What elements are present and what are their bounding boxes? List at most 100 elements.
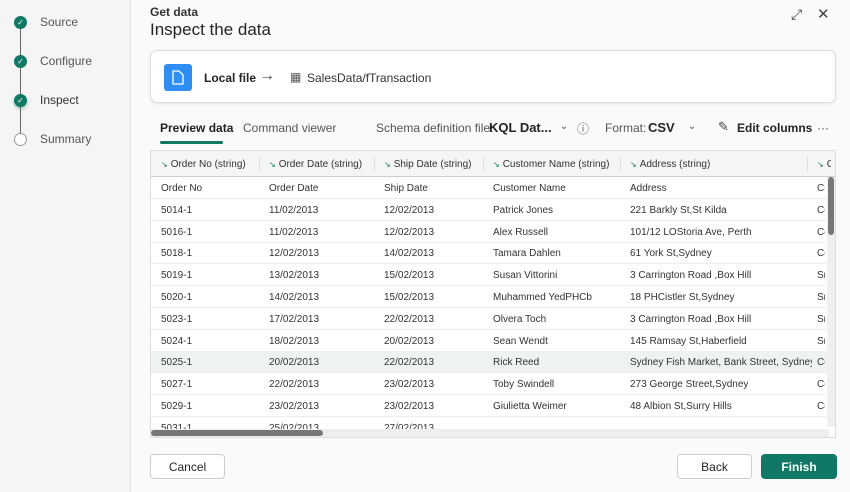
column-divider[interactable]	[807, 157, 808, 171]
table-row[interactable]: 5016-1 11/02/2013 12/02/2013 Alex Russell 10…	[151, 221, 829, 243]
table-cell: Alex Russell	[493, 226, 549, 238]
column-header-label: Customer Name (string)	[502, 159, 610, 170]
step-label: Summary	[40, 132, 92, 146]
table-row[interactable]: 5025-1 20/02/2013 22/02/2013 Rick Reed Sydne…	[151, 351, 829, 374]
column-header[interactable]: ↘ Address (string)	[630, 159, 710, 170]
table-row[interactable]: Order No Order Date Ship Date Customer Name…	[151, 177, 829, 199]
table-cell: 48 Albion St,Surry Hills	[630, 401, 732, 412]
step-summary[interactable]: Summary	[14, 132, 91, 146]
table-cell: 11/02/2013	[269, 226, 319, 238]
tab-preview-data[interactable]: Preview data	[160, 121, 233, 135]
pencil-icon[interactable]: ✎	[718, 119, 729, 135]
step-label: Configure	[40, 54, 93, 68]
column-divider[interactable]	[259, 157, 260, 171]
table-row[interactable]: 5020-1 14/02/2013 15/02/2013 Muhammed YedPH…	[151, 286, 829, 308]
table-cell: Co	[817, 379, 825, 391]
table-cell: Order No	[161, 183, 203, 194]
table-cell: Sean Wendt	[493, 335, 548, 347]
table-row[interactable]: 5019-1 13/02/2013 15/02/2013 Susan Vittorin…	[151, 264, 829, 287]
column-header[interactable]: ↘ Customer Name (string)	[493, 159, 609, 170]
column-header[interactable]: ↘ Ship Date (string)	[384, 159, 472, 170]
column-header-label: C	[827, 159, 831, 170]
type-icon: ↘	[817, 160, 824, 169]
table-cell: 22/02/2013	[384, 357, 435, 369]
table-cell: 12/02/2013	[384, 226, 435, 238]
source-label: Local file	[204, 71, 257, 85]
target-table: SalesData/fTransaction	[307, 71, 432, 85]
type-icon: ↘	[161, 160, 168, 169]
close-icon[interactable]: ✕	[817, 5, 830, 23]
edit-columns-button[interactable]: Edit columns	[737, 121, 812, 135]
table-cell: Sydney Fish Market, Bank Street, Sydney	[630, 357, 812, 369]
file-icon	[164, 64, 192, 91]
step-label: Inspect	[40, 93, 79, 107]
table-cell: 18 PHCistler St,Sydney	[630, 292, 735, 303]
table-cell: Sm	[817, 313, 825, 325]
table-cell: 101/12 LOStoria Ave, Perth	[630, 226, 752, 238]
step-inspect[interactable]: ✓ Inspect	[14, 93, 79, 107]
table-row[interactable]: 5024-1 18/02/2013 20/02/2013 Sean Wendt 145 …	[151, 330, 829, 352]
step-source[interactable]: ✓ Source	[14, 15, 78, 29]
expand-icon[interactable]: ⤢	[791, 6, 802, 23]
format-dropdown[interactable]: CSV	[648, 120, 675, 135]
table-cell: Patrick Jones	[493, 204, 554, 216]
column-divider[interactable]	[620, 157, 621, 171]
check-icon: ✓	[14, 93, 27, 107]
table-cell: 5019-1	[161, 270, 193, 282]
table-cell: 5018-1	[161, 248, 193, 260]
active-tab-indicator	[160, 141, 223, 144]
schema-dropdown[interactable]: KQL Dat...	[489, 120, 552, 135]
table-cell: 3 Carrington Road ,Box Hill	[630, 313, 752, 325]
column-header[interactable]: ↘ Order No (string)	[161, 159, 246, 170]
table-row[interactable]: 5027-1 22/02/2013 23/02/2013 Toby Swindell 2…	[151, 373, 829, 396]
table-cell: Tamara Dahlen	[493, 248, 561, 260]
column-header-label: Order No (string)	[170, 159, 246, 170]
column-header[interactable]: ↘ Order Date (string)	[269, 159, 362, 170]
type-icon: ↘	[630, 160, 637, 169]
table-cell: Sm	[817, 292, 825, 303]
table-row[interactable]: 5029-1 23/02/2013 23/02/2013 Giulietta Weim…	[151, 395, 829, 417]
table-cell: 13/02/2013	[269, 270, 320, 282]
tab-command-viewer[interactable]: Command viewer	[243, 121, 336, 135]
table-cell: 12/02/2013	[384, 204, 435, 216]
check-icon: ✓	[14, 15, 27, 29]
info-icon[interactable]: ⓘ	[577, 120, 589, 137]
table-cell: Co	[817, 248, 825, 260]
table-row[interactable]: 5014-1 11/02/2013 12/02/2013 Patrick Jones 2…	[151, 199, 829, 221]
chevron-down-icon[interactable]: ⌄	[688, 121, 696, 132]
step-configure[interactable]: ✓ Configure	[14, 54, 92, 68]
back-button[interactable]: Back	[677, 454, 752, 479]
table-cell: 5025-1	[161, 357, 193, 369]
table-cell: Sm	[817, 335, 825, 347]
table-cell: 11/02/2013	[269, 204, 319, 216]
table-cell: 5027-1	[161, 379, 193, 391]
column-divider[interactable]	[374, 157, 375, 171]
column-header-label: Order Date (string)	[278, 159, 363, 170]
column-divider[interactable]	[483, 157, 484, 171]
table-cell: 22/02/2013	[384, 313, 435, 325]
vertical-scrollbar[interactable]	[827, 177, 835, 427]
finish-button[interactable]: Finish	[761, 454, 837, 479]
table-cell: Co	[817, 401, 825, 412]
table-cell: 5014-1	[161, 204, 193, 216]
table-cell: 23/02/2013	[384, 401, 435, 412]
column-header[interactable]: ↘C	[817, 159, 831, 170]
table-cell: Co	[817, 357, 825, 369]
table-row[interactable]: 5018-1 12/02/2013 14/02/2013 Tamara Dahlen 6…	[151, 242, 829, 265]
preview-table: ↘ Order No (string) ↘ Order Date (string) ↘ S…	[150, 150, 836, 438]
step-label: Source	[40, 15, 79, 29]
more-options-button[interactable]: ···	[817, 121, 829, 135]
table-cell: 14/02/2013	[384, 248, 435, 260]
table-row[interactable]: 5023-1 17/02/2013 22/02/2013 Olvera Toch 3 C…	[151, 308, 829, 330]
chevron-down-icon[interactable]: ⌄	[560, 121, 568, 132]
table-cell: 5020-1	[161, 292, 193, 303]
column-header-label: Address (string)	[639, 159, 711, 170]
table-cell: 5029-1	[161, 401, 193, 412]
table-cell: Rick Reed	[493, 357, 540, 369]
horizontal-scrollbar[interactable]	[151, 429, 829, 437]
table-cell: 12/02/2013	[269, 248, 320, 260]
table-cell: 5016-1	[161, 226, 193, 238]
table-cell: Toby Swindell	[493, 379, 555, 391]
type-icon: ↘	[384, 160, 391, 169]
cancel-button[interactable]: Cancel	[150, 454, 225, 479]
